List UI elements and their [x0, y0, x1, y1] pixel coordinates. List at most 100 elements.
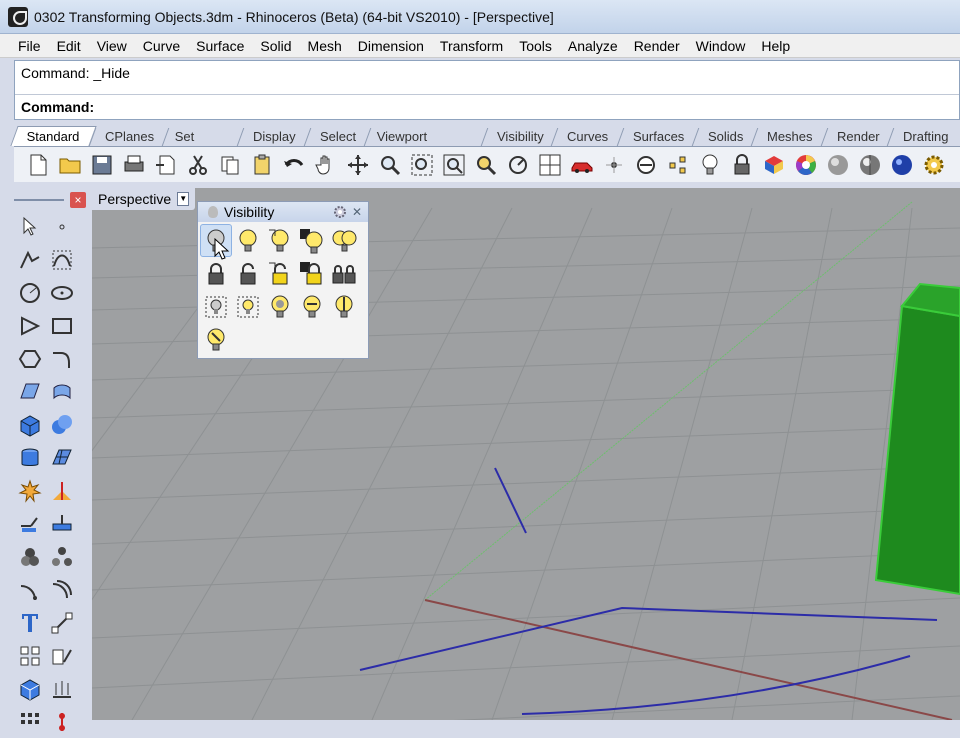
cut-icon[interactable]	[182, 150, 214, 180]
viewport-layout-icon[interactable]	[534, 150, 566, 180]
tab-meshes[interactable]: Meshes	[751, 128, 829, 146]
visibility-header[interactable]: Visibility ✕	[198, 202, 368, 222]
tab-surfaces[interactable]: Surfaces	[616, 128, 700, 146]
menu-transform[interactable]: Transform	[432, 34, 511, 58]
explode-icon[interactable]	[14, 474, 46, 507]
short-curve[interactable]	[494, 467, 527, 534]
print-icon[interactable]	[118, 150, 150, 180]
dimension-icon[interactable]	[46, 606, 78, 639]
viewport-title[interactable]: Perspective ▼	[92, 188, 196, 210]
open-icon[interactable]	[54, 150, 86, 180]
polygon-icon[interactable]	[14, 309, 46, 342]
circle-icon[interactable]	[14, 276, 46, 309]
command-prompt[interactable]: Command:	[21, 99, 94, 115]
ellipse-icon[interactable]	[46, 276, 78, 309]
sphere-icon[interactable]	[886, 150, 918, 180]
group-icon[interactable]	[14, 540, 46, 573]
settings-icon[interactable]	[918, 150, 950, 180]
chevron-down-icon[interactable]: ▼	[177, 192, 190, 206]
light-bulb-icon[interactable]	[694, 150, 726, 180]
color-wheel-icon[interactable]	[790, 150, 822, 180]
lock-swap-icon[interactable]	[296, 257, 328, 290]
offset-icon[interactable]	[46, 573, 78, 606]
zoom-icon[interactable]	[374, 150, 406, 180]
tab-standard[interactable]: Standard	[10, 126, 97, 146]
zoom-extents-icon[interactable]	[438, 150, 470, 180]
menu-mesh[interactable]: Mesh	[300, 34, 350, 58]
unlock-object-icon[interactable]	[232, 257, 264, 290]
polyline-icon[interactable]	[14, 243, 46, 276]
trim-icon[interactable]	[46, 474, 78, 507]
lock-icon[interactable]	[726, 150, 758, 180]
array-icon[interactable]	[14, 639, 46, 672]
show-control-points-icon[interactable]	[232, 290, 264, 323]
tab-viewport-layout[interactable]: Viewport Layout	[363, 128, 488, 162]
tab-visibility[interactable]: Visibility	[480, 128, 559, 146]
menu-file[interactable]: File	[10, 34, 49, 58]
close-icon[interactable]: ×	[70, 192, 86, 208]
project-icon[interactable]	[46, 672, 78, 705]
boolean-icon[interactable]	[46, 408, 78, 441]
render-icon[interactable]	[758, 150, 790, 180]
dock-grip[interactable]	[14, 199, 64, 201]
green-box[interactable]	[874, 304, 960, 596]
named-view-icon[interactable]	[502, 150, 534, 180]
distance-icon[interactable]	[46, 705, 78, 738]
tab-drafting[interactable]: Drafting	[887, 128, 960, 146]
point-icon[interactable]	[46, 210, 78, 243]
rectangle-icon[interactable]	[46, 309, 78, 342]
hide-control-points-icon[interactable]	[200, 290, 232, 323]
import-icon[interactable]	[150, 150, 182, 180]
lock-object-icon[interactable]	[200, 257, 232, 290]
tab-display[interactable]: Display	[236, 128, 311, 146]
gear-icon[interactable]	[332, 204, 348, 220]
mesh-icon[interactable]	[46, 441, 78, 474]
text-icon[interactable]	[14, 606, 46, 639]
show-in-viewport-icon[interactable]	[200, 323, 232, 356]
tab-select[interactable]: Select	[303, 128, 371, 146]
tab-render[interactable]: Render	[820, 128, 895, 146]
close-icon[interactable]: ✕	[352, 204, 362, 220]
curve-icon[interactable]	[46, 243, 78, 276]
save-icon[interactable]	[86, 150, 118, 180]
new-file-icon[interactable]	[22, 150, 54, 180]
menu-help[interactable]: Help	[753, 34, 798, 58]
menu-edit[interactable]: Edit	[49, 34, 89, 58]
surface-icon[interactable]	[14, 375, 46, 408]
pan-hand-icon[interactable]	[310, 150, 342, 180]
copy-icon[interactable]	[214, 150, 246, 180]
revolve-icon[interactable]	[46, 375, 78, 408]
menu-window[interactable]: Window	[688, 34, 754, 58]
show-in-detail-icon[interactable]	[296, 290, 328, 323]
shaded-icon[interactable]	[822, 150, 854, 180]
select-arrow-icon[interactable]	[14, 210, 46, 243]
rendered-icon[interactable]	[854, 150, 886, 180]
transform-icon[interactable]	[46, 639, 78, 672]
box-solid-icon[interactable]	[14, 408, 46, 441]
car-icon[interactable]	[566, 150, 598, 180]
menu-tools[interactable]: Tools	[511, 34, 560, 58]
paste-icon[interactable]	[246, 150, 278, 180]
fillet-curve-icon[interactable]	[46, 342, 78, 375]
hide-swap-icon[interactable]	[296, 224, 328, 257]
ungroup-icon[interactable]	[46, 540, 78, 573]
menu-curve[interactable]: Curve	[135, 34, 188, 58]
cylinder-icon[interactable]	[14, 441, 46, 474]
block-icon[interactable]	[14, 672, 46, 705]
menu-dimension[interactable]: Dimension	[350, 34, 432, 58]
tab-solids[interactable]: Solids	[691, 128, 759, 146]
menu-render[interactable]: Render	[626, 34, 688, 58]
join-icon[interactable]	[14, 507, 46, 540]
menu-solid[interactable]: Solid	[252, 34, 299, 58]
points-icon[interactable]	[662, 150, 694, 180]
hexagon-icon[interactable]	[14, 342, 46, 375]
zoom-window-icon[interactable]	[406, 150, 438, 180]
hide-points-icon[interactable]	[328, 224, 360, 257]
lock-points-icon[interactable]	[328, 257, 360, 290]
tab-set-view[interactable]: Set View	[161, 128, 245, 162]
arc-icon[interactable]	[14, 573, 46, 606]
show-object-icon[interactable]	[232, 224, 264, 257]
menu-surface[interactable]: Surface	[188, 34, 252, 58]
zoom-selected-icon[interactable]	[470, 150, 502, 180]
cplane-icon[interactable]	[630, 150, 662, 180]
